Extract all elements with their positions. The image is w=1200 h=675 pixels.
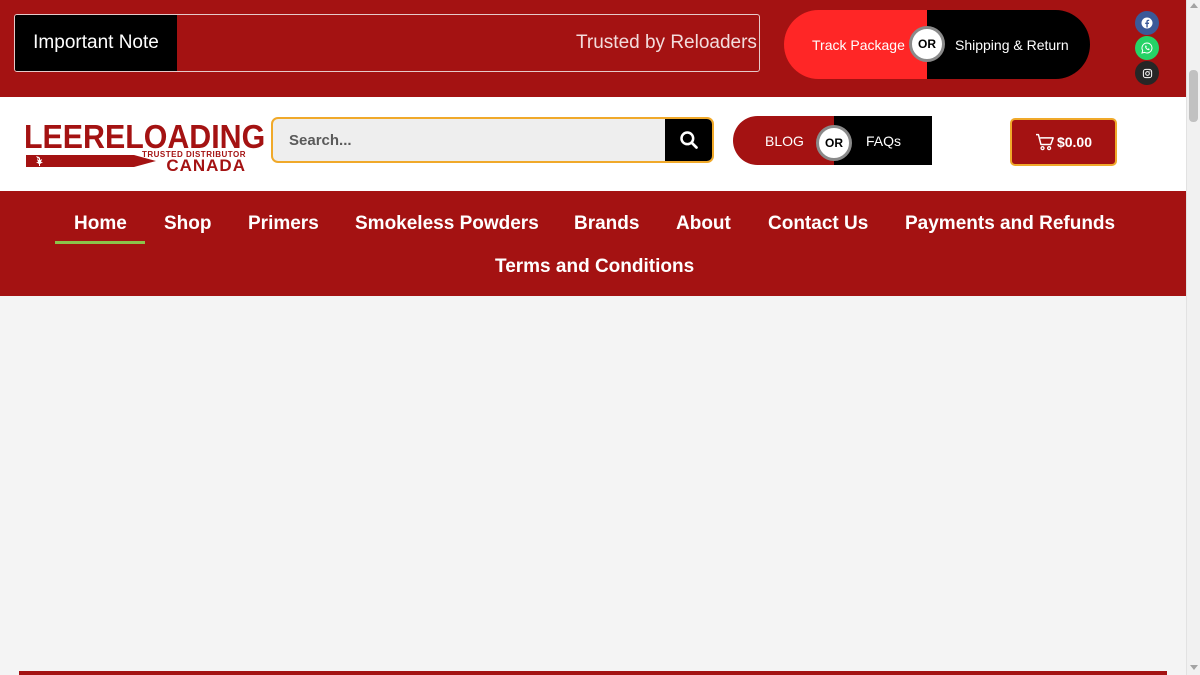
important-note-label: Important Note <box>15 15 177 71</box>
scrollbar-thumb[interactable] <box>1189 70 1198 122</box>
track-package-link[interactable]: Track Package <box>784 10 927 79</box>
announcement-ticker-text: Trusted by Reloaders Across Canada <box>576 32 759 53</box>
nav-item-shop[interactable]: Shop <box>164 213 212 235</box>
site-header: LEERELOADING TRUSTED DISTRIBUTOR CANADA … <box>0 97 1186 191</box>
content-section-edge <box>19 671 1167 675</box>
scroll-down-arrow-icon[interactable] <box>1190 665 1198 670</box>
main-navigation: Home Shop Primers Smokeless Powders Bran… <box>0 191 1186 296</box>
nav-item-terms-and-conditions[interactable]: Terms and Conditions <box>495 256 694 278</box>
cart-icon <box>1035 133 1054 151</box>
nav-item-contact-us[interactable]: Contact Us <box>768 213 868 235</box>
nav-item-home[interactable]: Home <box>74 213 127 235</box>
active-nav-indicator <box>55 241 145 244</box>
nav-item-smokeless-powders[interactable]: Smokeless Powders <box>355 213 539 235</box>
nav-item-about[interactable]: About <box>676 213 731 235</box>
cart-total: $0.00 <box>1056 134 1093 150</box>
page-scrollbar[interactable] <box>1186 0 1200 675</box>
nav-item-brands[interactable]: Brands <box>574 213 639 235</box>
instagram-icon[interactable] <box>1135 61 1159 85</box>
shipping-return-link[interactable]: Shipping & Return <box>927 10 1090 79</box>
scroll-up-arrow-icon[interactable] <box>1190 3 1198 8</box>
search-input[interactable] <box>273 119 667 161</box>
search-form <box>271 117 714 163</box>
or-badge: OR <box>816 125 852 161</box>
nav-item-payments-and-refunds[interactable]: Payments and Refunds <box>905 213 1115 235</box>
or-badge: OR <box>909 26 945 62</box>
logo-country: CANADA <box>166 156 246 175</box>
facebook-icon[interactable] <box>1135 11 1159 35</box>
nav-item-primers[interactable]: Primers <box>248 213 319 235</box>
search-button[interactable] <box>665 119 712 161</box>
whatsapp-icon[interactable] <box>1135 36 1159 60</box>
cart-button[interactable]: $0.00 <box>1010 118 1117 166</box>
top-bar: Important Note Trusted by Reloaders Acro… <box>0 0 1186 97</box>
search-icon <box>679 131 698 149</box>
announcement-bar: Important Note Trusted by Reloaders Acro… <box>14 14 760 72</box>
site-logo[interactable]: LEERELOADING TRUSTED DISTRIBUTOR CANADA <box>24 118 265 175</box>
